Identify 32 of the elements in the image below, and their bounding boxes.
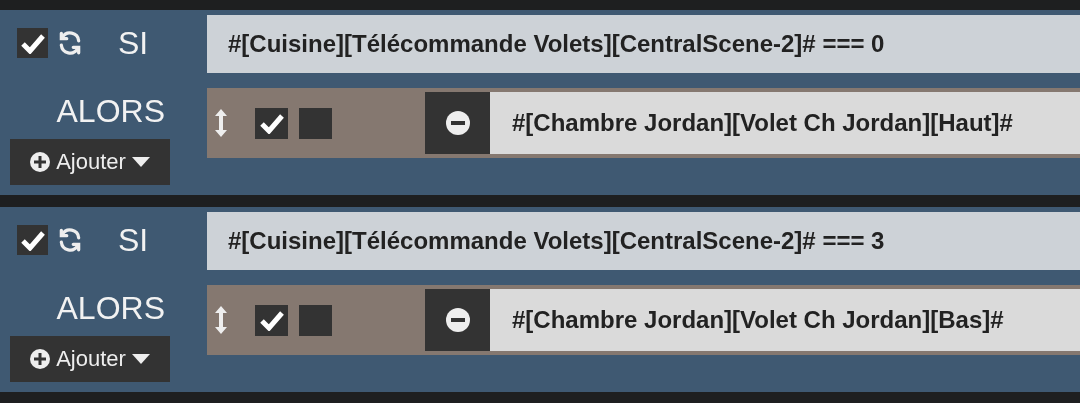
option-checkbox[interactable] (299, 304, 332, 336)
minus-icon (444, 110, 471, 136)
remove-button[interactable] (425, 92, 490, 154)
action-checkbox[interactable] (255, 107, 288, 139)
check-icon (19, 32, 46, 54)
enable-checkbox[interactable] (17, 28, 48, 58)
caret-icon (130, 156, 151, 168)
condition-field[interactable]: #[Cuisine][Télécommande Volets][CentralScene-2]# === 0 (207, 15, 1080, 73)
refresh-icon[interactable] (57, 30, 83, 56)
plus-icon (29, 348, 52, 370)
check-icon (258, 112, 285, 134)
action-field[interactable]: #[Chambre Jordan][Volet Ch Jordan][Bas]# (490, 289, 1080, 351)
if-label: SI (118, 24, 149, 62)
remove-button[interactable] (425, 289, 490, 351)
minus-icon (444, 307, 471, 333)
move-icon[interactable] (214, 108, 228, 138)
condition-field[interactable]: #[Cuisine][Télécommande Volets][CentralScene-2]# === 3 (207, 212, 1080, 270)
add-button[interactable]: Ajouter (10, 336, 170, 382)
caret-icon (130, 353, 151, 365)
move-icon[interactable] (214, 305, 228, 335)
action-field[interactable]: #[Chambre Jordan][Volet Ch Jordan][Haut]# (490, 92, 1080, 154)
refresh-icon[interactable] (57, 227, 83, 253)
plus-icon (29, 151, 52, 173)
check-icon (258, 309, 285, 331)
enable-checkbox[interactable] (17, 225, 48, 255)
check-icon (19, 229, 46, 251)
option-checkbox[interactable] (299, 107, 332, 139)
then-label: ALORS (56, 93, 165, 130)
action-checkbox[interactable] (255, 304, 288, 336)
add-button[interactable]: Ajouter (10, 139, 170, 185)
then-label: ALORS (56, 290, 165, 327)
if-label: SI (118, 221, 149, 259)
